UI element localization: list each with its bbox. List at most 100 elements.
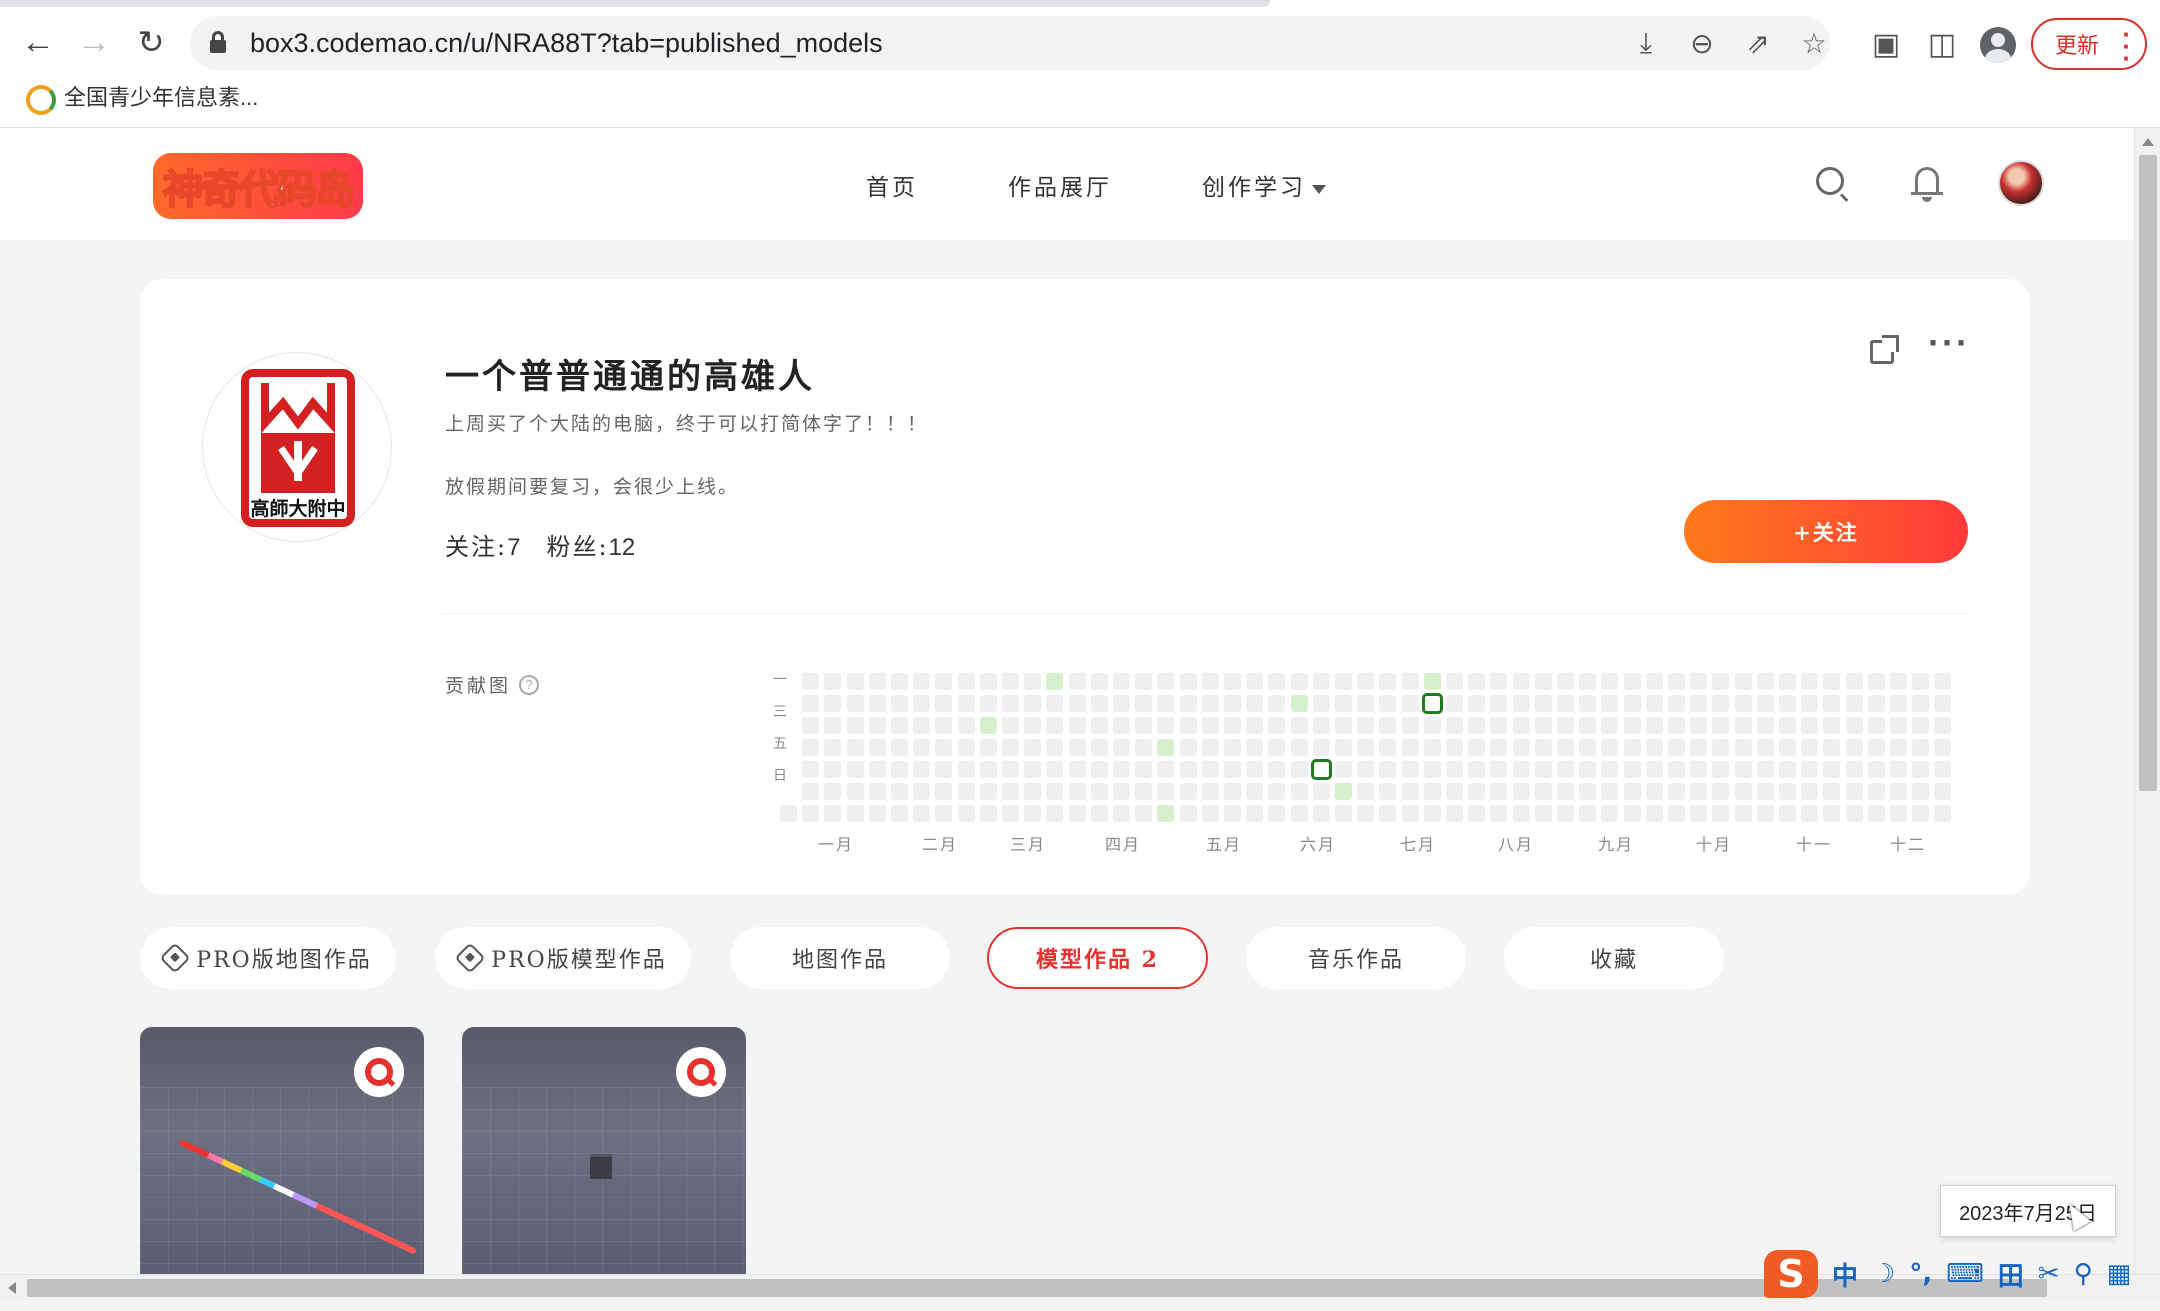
contribution-cell[interactable] [1734,761,1752,778]
contribution-cell[interactable] [1379,761,1397,778]
contribution-cell[interactable] [1801,673,1819,690]
contribution-cell[interactable] [1135,695,1153,712]
contribution-cell[interactable] [1712,739,1730,756]
contribution-cell[interactable] [1335,783,1352,800]
contribution-cell[interactable] [1135,805,1153,822]
contribution-cell[interactable] [1690,695,1708,712]
tab-favorites[interactable]: 收藏 [1504,927,1724,989]
contribution-cell[interactable] [1201,805,1219,822]
contribution-cell[interactable] [1423,783,1441,800]
url-text[interactable]: box3.codemao.cn/u/NRA88T?tab=published_m… [250,28,883,59]
contribution-cell[interactable] [1046,805,1064,822]
contribution-cell[interactable] [1845,717,1863,734]
contribution-cell[interactable] [1756,739,1774,756]
contribution-cell[interactable] [1557,717,1574,734]
contribution-cell[interactable] [979,739,997,756]
contribution-cell[interactable] [802,783,820,800]
ime-apps-icon[interactable]: ▦ [2107,1259,2132,1289]
contribution-cell[interactable] [1312,783,1330,800]
contribution-cell[interactable] [1823,673,1841,690]
contribution-cell[interactable] [1423,761,1441,778]
contribution-cell[interactable] [1645,783,1663,800]
more-options-icon[interactable]: ··· [1928,325,1968,363]
contribution-cell[interactable] [1002,673,1019,690]
contribution-cell[interactable] [1801,717,1819,734]
contribution-cell[interactable] [1779,739,1796,756]
contribution-cell[interactable] [1310,759,1332,780]
contribution-cell[interactable] [1712,695,1730,712]
contribution-cell[interactable] [1645,739,1663,756]
tab-music[interactable]: 音乐作品 [1246,927,1466,989]
contribution-cell[interactable] [846,783,864,800]
contribution-cell[interactable] [1712,673,1730,690]
contribution-cell[interactable] [1135,783,1153,800]
contribution-cell[interactable] [1645,761,1663,778]
contribution-cell[interactable] [1090,783,1108,800]
nav-gallery[interactable]: 作品展厅 [1008,168,1112,202]
contribution-cell[interactable] [1890,761,1907,778]
contribution-cell[interactable] [935,717,953,734]
contribution-cell[interactable] [824,783,842,800]
contribution-cell[interactable] [935,739,953,756]
contribution-cell[interactable] [1534,761,1552,778]
contribution-cell[interactable] [1401,761,1419,778]
contribution-cell[interactable] [1668,761,1685,778]
contribution-cell[interactable] [1357,783,1375,800]
contribution-cell[interactable] [1246,673,1264,690]
contribution-cell[interactable] [913,783,931,800]
contribution-cell[interactable] [1779,695,1796,712]
contribution-cell[interactable] [1734,695,1752,712]
contribution-cell[interactable] [846,717,864,734]
contribution-cell[interactable] [957,717,975,734]
contribution-cell[interactable] [1912,739,1930,756]
contribution-cell[interactable] [1068,673,1086,690]
contribution-cell[interactable] [1534,805,1552,822]
contribution-cell[interactable] [1668,695,1685,712]
contribution-cell[interactable] [935,805,953,822]
contribution-cell[interactable] [1179,783,1197,800]
contribution-cell[interactable] [1756,695,1774,712]
contribution-cell[interactable] [1046,695,1064,712]
contribution-cell[interactable] [1423,805,1441,822]
contribution-cell[interactable] [1734,717,1752,734]
contribution-cell[interactable] [1335,805,1352,822]
contribution-cell[interactable] [868,783,886,800]
contribution-cell[interactable] [846,695,864,712]
contribution-cell[interactable] [1557,783,1574,800]
contribution-cell[interactable] [1357,673,1375,690]
contribution-cell[interactable] [1645,695,1663,712]
contribution-cell[interactable] [1912,761,1930,778]
contribution-cell[interactable] [1557,673,1574,690]
contribution-cell[interactable] [1090,673,1108,690]
contribution-cell[interactable] [957,805,975,822]
contribution-cell[interactable] [1623,717,1641,734]
contribution-cell[interactable] [1623,783,1641,800]
contribution-cell[interactable] [1357,739,1375,756]
contribution-cell[interactable] [1135,761,1153,778]
contribution-cell[interactable] [1934,717,1952,734]
contribution-cell[interactable] [780,805,797,822]
vertical-scrollbar[interactable] [2134,128,2160,1274]
contribution-cell[interactable] [1512,739,1530,756]
contribution-cell[interactable] [891,695,908,712]
contribution-cell[interactable] [1801,783,1819,800]
contribution-cell[interactable] [1401,695,1419,712]
contribution-cell[interactable] [1046,673,1064,690]
contribution-cell[interactable] [802,717,820,734]
contribution-cell[interactable] [1779,783,1796,800]
contribution-cell[interactable] [1268,783,1286,800]
contribution-cell[interactable] [1357,695,1375,712]
contribution-cell[interactable] [891,761,908,778]
contribution-cell[interactable] [1421,693,1443,714]
contribution-cell[interactable] [1024,695,1042,712]
contribution-cell[interactable] [1046,739,1064,756]
contribution-cell[interactable] [1201,717,1219,734]
contribution-cell[interactable] [1845,673,1863,690]
contribution-cell[interactable] [1224,761,1241,778]
contribution-cell[interactable] [1113,805,1130,822]
bookmark-star-icon[interactable]: ☆ [1798,27,1830,59]
contribution-cell[interactable] [1823,783,1841,800]
contribution-cell[interactable] [1756,761,1774,778]
contribution-cell[interactable] [1268,695,1286,712]
contribution-cell[interactable] [1712,717,1730,734]
